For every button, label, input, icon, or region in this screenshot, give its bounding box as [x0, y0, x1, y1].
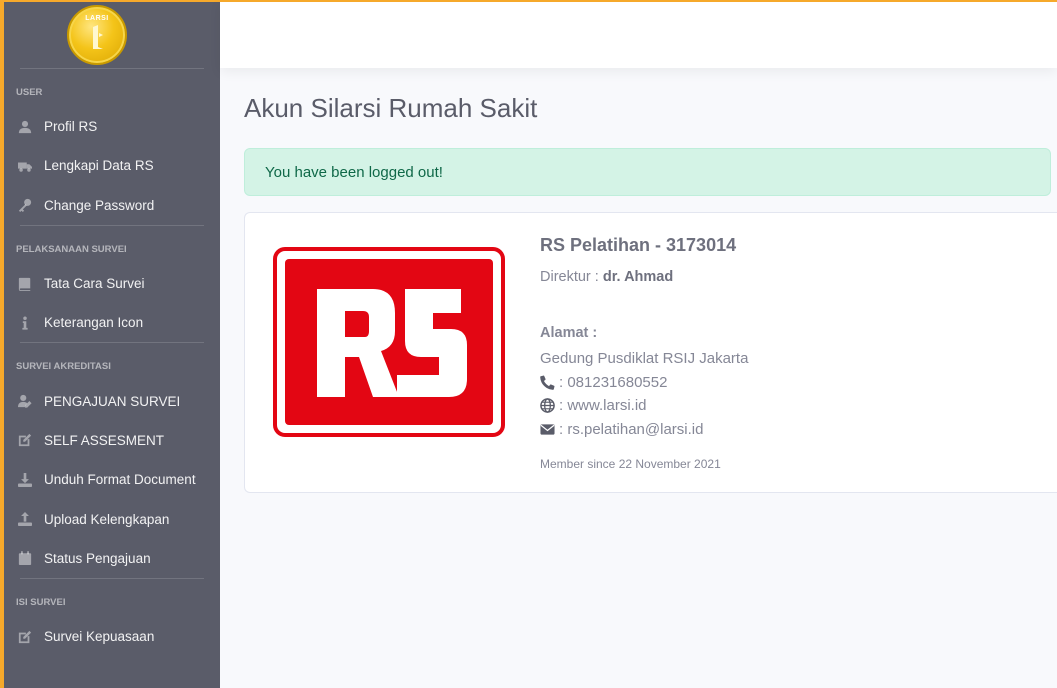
- director-line: Direktur : dr. Ahmad: [540, 269, 748, 319]
- member-since: Member since 22 November 2021: [540, 457, 721, 471]
- sidebar-item-label: SELF ASSESMENT: [44, 432, 165, 448]
- book-icon: [18, 277, 32, 291]
- download-icon: [18, 472, 32, 487]
- director-value: dr. Ahmad: [602, 269, 674, 285]
- sidebar-item-unduh-format-document[interactable]: Unduh Format Document: [4, 460, 220, 499]
- sidebar-item-label: Keterangan Icon: [44, 315, 144, 331]
- logout-alert: You have been logged out!: [244, 148, 1051, 196]
- email-line: : rs.pelatihan@larsi.id: [540, 418, 748, 442]
- sidebar-item-change-password[interactable]: Change Password: [4, 186, 220, 225]
- sidebar-item-profil-rs[interactable]: Profil RS: [4, 107, 220, 146]
- sidebar-heading: USER: [16, 87, 43, 98]
- sidebar-heading: PELAKSANAAN SURVEI: [16, 243, 127, 255]
- profile-info: RS Pelatihan - 3173014 Direktur : dr. Ah…: [540, 235, 748, 471]
- key-icon: [18, 198, 32, 213]
- topbar: [220, 0, 1057, 68]
- page-title: Akun Silarsi Rumah Sakit: [244, 93, 538, 123]
- main-content: Akun Silarsi Rumah Sakit You have been l…: [244, 68, 1057, 493]
- sidebar-item-self-assesment[interactable]: SELF ASSESMENT: [4, 421, 220, 460]
- sidebar-item-label: Lengkapi Data RS: [44, 158, 154, 174]
- brand[interactable]: LARSI: [4, 2, 220, 68]
- director-label: Direktur :: [540, 269, 599, 285]
- sidebar-item-pengajuan-survei[interactable]: PENGAJUAN SURVEI: [4, 381, 220, 420]
- sidebar-item-lengkapi-data-rs[interactable]: Lengkapi Data RS: [4, 146, 220, 185]
- sidebar-item-label: Profil RS: [44, 119, 98, 135]
- app-root: LARSI USER Profil RS Lengkapi Data RS Chang…: [0, 0, 1057, 688]
- sidebar-item-status-pengajuan[interactable]: Status Pengajuan: [4, 539, 220, 578]
- sidebar-item-label: Tata Cara Survei: [44, 276, 145, 292]
- sidebar-heading: ISI SURVEI: [16, 596, 66, 608]
- sidebar-heading: SURVEI AKREDITASI: [16, 361, 111, 373]
- sidebar-item-keterangan-icon[interactable]: Keterangan Icon: [4, 303, 220, 342]
- sidebar-item-tata-cara-survei[interactable]: Tata Cara Survei: [4, 264, 220, 303]
- calendar-icon: [18, 551, 32, 566]
- sidebar: LARSI USER Profil RS Lengkapi Data RS Chang…: [0, 0, 220, 688]
- sidebar-item-label: PENGAJUAN SURVEI: [44, 393, 181, 409]
- user-edit-icon: [18, 394, 32, 408]
- logo-text: LARSI: [85, 15, 109, 22]
- sidebar-item-label: Upload Kelengkapan: [44, 511, 170, 527]
- edit-icon: [18, 433, 32, 447]
- info-icon: [18, 316, 32, 330]
- address-label: Alamat :: [540, 325, 598, 341]
- sidebar-nav: USER Profil RS Lengkapi Data RS Change Pass…: [4, 68, 220, 656]
- rs-logo: [273, 247, 505, 437]
- alert-text: You have been logged out!: [265, 163, 443, 181]
- hospital-name: RS Pelatihan - 3173014: [540, 235, 737, 255]
- phone-line: : 081231680552: [540, 371, 748, 395]
- sidebar-item-label: Status Pengajuan: [44, 550, 151, 566]
- envelope-icon: [540, 424, 555, 435]
- sidebar-item-label: Change Password: [44, 197, 155, 213]
- user-icon: [18, 120, 32, 134]
- sidebar-item-survei-kepuasaan[interactable]: Survei Kepuasaan: [4, 617, 220, 656]
- sidebar-item-label: Unduh Format Document: [44, 472, 196, 488]
- sidebar-item-upload-kelengkapan[interactable]: Upload Kelengkapan: [4, 499, 220, 538]
- profile-card: RS Pelatihan - 3173014 Direktur : dr. Ah…: [244, 212, 1057, 493]
- globe-icon: [540, 398, 555, 414]
- larsi-logo[interactable]: LARSI: [67, 5, 127, 65]
- website-line: : www.larsi.id: [540, 394, 748, 418]
- logo-mark-icon: [93, 25, 103, 49]
- edit-icon: [18, 630, 32, 644]
- email-text: : rs.pelatihan@larsi.id: [559, 420, 704, 438]
- upload-icon: [18, 512, 32, 527]
- address-value: Gedung Pusdiklat RSIJ Jakarta: [540, 350, 749, 368]
- website-text: : www.larsi.id: [559, 397, 647, 415]
- phone-text: : 081231680552: [559, 373, 668, 391]
- phone-icon: [540, 375, 555, 390]
- truck-icon: [18, 159, 32, 173]
- sidebar-item-label: Survei Kepuasaan: [44, 629, 155, 645]
